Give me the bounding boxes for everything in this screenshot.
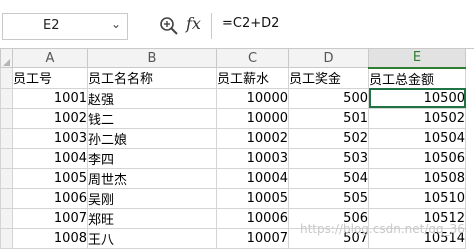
name-box[interactable]: E2 ⌄	[2, 13, 128, 40]
zoom-icon[interactable]	[158, 15, 180, 37]
cell[interactable]: 10510	[368, 187, 466, 209]
cell[interactable]: 1002	[12, 107, 88, 129]
cell[interactable]: 10502	[368, 107, 466, 129]
cell[interactable]: 吴刚	[87, 187, 217, 209]
cell[interactable]: 周世杰	[87, 167, 217, 189]
row-header[interactable]	[0, 187, 13, 209]
cell[interactable]: 10005	[216, 187, 289, 209]
cell[interactable]: 1007	[12, 207, 88, 229]
table-row: 1003 孙二娘 10002 502 10504	[0, 127, 466, 149]
cell[interactable]: 10003	[216, 147, 289, 169]
select-all-corner[interactable]	[0, 48, 13, 68]
table-row: 1005 周世杰 10004 504 10508	[0, 167, 466, 189]
cell[interactable]: 504	[288, 167, 369, 189]
column-header-b[interactable]: B	[87, 48, 217, 68]
cell[interactable]: 502	[288, 127, 369, 149]
cell[interactable]: 505	[288, 187, 369, 209]
row-header[interactable]	[0, 107, 13, 129]
cell[interactable]: 503	[288, 147, 369, 169]
cell[interactable]: 1004	[12, 147, 88, 169]
row-header[interactable]	[0, 207, 13, 229]
formula-divider	[211, 13, 212, 39]
selected-cell[interactable]: 10500	[368, 87, 466, 109]
table-row: 1001 赵强 10000 500 10500	[0, 87, 466, 109]
cell[interactable]: 10002	[216, 127, 289, 149]
cell[interactable]: 10508	[368, 167, 466, 189]
cell[interactable]: 1005	[12, 167, 88, 189]
cell[interactable]: 孙二娘	[87, 127, 217, 149]
chevron-down-icon[interactable]: ⌄	[111, 17, 121, 31]
formula-input[interactable]: =C2+D2	[222, 16, 279, 31]
cell[interactable]: 10006	[216, 207, 289, 229]
table-row: 1004 李四 10003 503 10506	[0, 147, 466, 169]
cell[interactable]: 10000	[216, 87, 289, 109]
row-header[interactable]	[0, 67, 13, 89]
cell[interactable]: 员工奖金	[288, 67, 369, 89]
cell[interactable]: 10506	[368, 147, 466, 169]
cell[interactable]: 1003	[12, 127, 88, 149]
watermark: https://blog.csdn.net/qq_36	[300, 222, 465, 236]
cell[interactable]: 郑旺	[87, 207, 217, 229]
column-header-d[interactable]: D	[288, 48, 369, 68]
formula-bar: E2 ⌄ fx =C2+D2	[0, 0, 474, 49]
cell[interactable]: 501	[288, 107, 369, 129]
column-header-c[interactable]: C	[216, 48, 289, 68]
cell[interactable]: 员工名名称	[87, 67, 217, 89]
table-row: 员工号 员工名名称 员工薪水 员工奖金 员工总金额	[0, 67, 466, 89]
fx-icon[interactable]: fx	[186, 14, 201, 33]
cell[interactable]: 赵强	[87, 87, 217, 109]
column-header-row: A B C D E	[0, 48, 466, 69]
cell[interactable]: 500	[288, 87, 369, 109]
cell[interactable]: 员工号	[12, 67, 88, 89]
cell[interactable]: 李四	[87, 147, 217, 169]
cell[interactable]: 1008	[12, 227, 88, 249]
name-box-value: E2	[43, 18, 60, 33]
table-row: 1002 钱二 10000 501 10502	[0, 107, 466, 129]
row-header[interactable]	[0, 167, 13, 189]
row-header[interactable]	[0, 87, 13, 109]
table-row: 1006 吴刚 10005 505 10510	[0, 187, 466, 209]
cell[interactable]: 员工薪水	[216, 67, 289, 89]
cell[interactable]: 10504	[368, 127, 466, 149]
cell[interactable]: 钱二	[87, 107, 217, 129]
cell[interactable]: 1001	[12, 87, 88, 109]
cell[interactable]: 10004	[216, 167, 289, 189]
cell[interactable]: 员工总金额	[368, 67, 466, 89]
cell[interactable]: 1006	[12, 187, 88, 209]
row-header[interactable]	[0, 127, 13, 149]
cell[interactable]: 10000	[216, 107, 289, 129]
cell[interactable]: 王八	[87, 227, 217, 249]
column-header-a[interactable]: A	[12, 48, 88, 68]
cell[interactable]: 10007	[216, 227, 289, 249]
column-header-e[interactable]: E	[368, 48, 466, 69]
row-header[interactable]	[0, 147, 13, 169]
spreadsheet-grid: A B C D E 员工号 员工名名称 员工薪水 员工奖金 员工总金额 1001…	[0, 48, 466, 249]
row-header[interactable]	[0, 227, 13, 249]
